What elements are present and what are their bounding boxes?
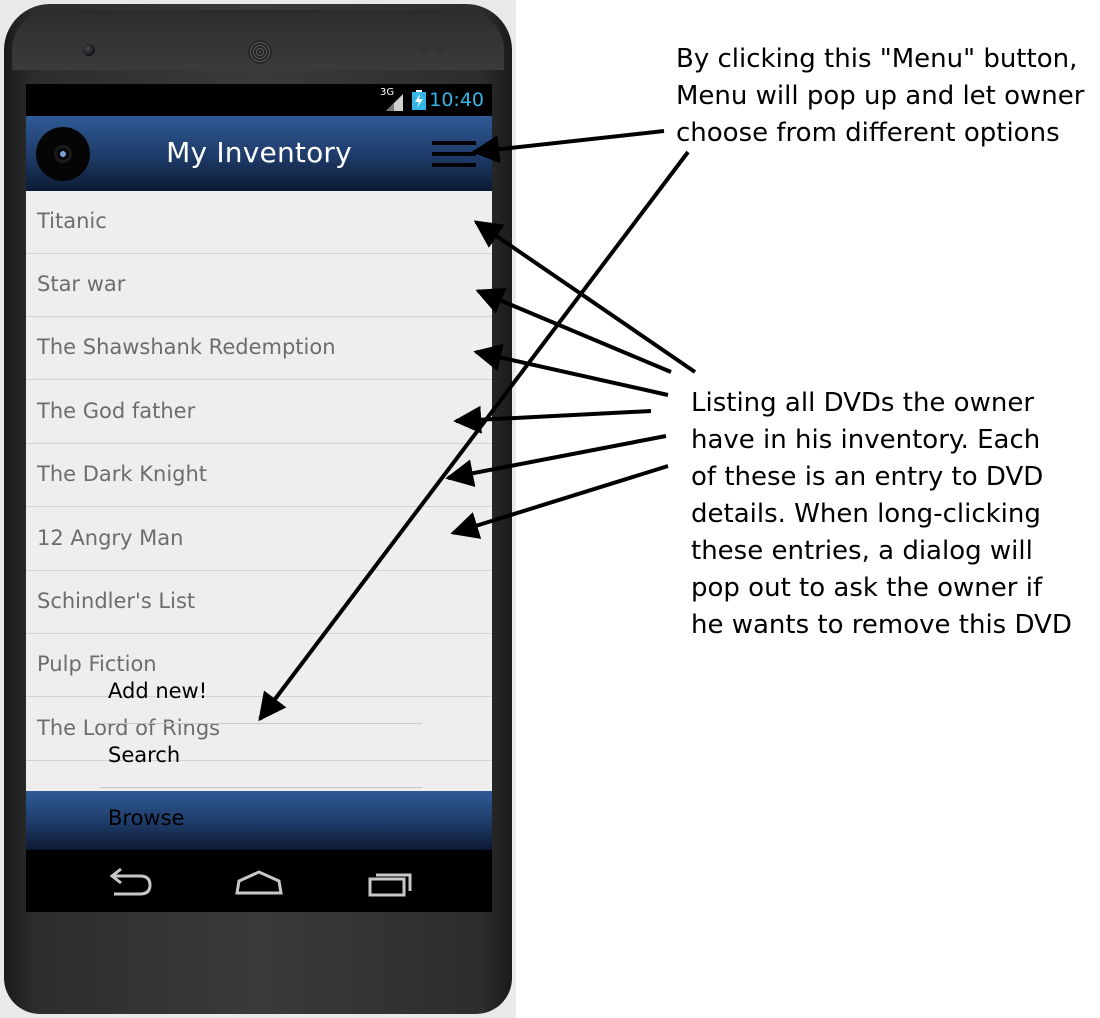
arrow-to-popup-menu (258, 150, 690, 722)
arrow-to-list-item (445, 434, 667, 487)
arrow-to-list-item (473, 220, 697, 374)
arrow-to-list-item (450, 464, 669, 539)
annotation-arrows (258, 129, 697, 722)
arrow-to-menu-button (471, 129, 665, 164)
arrow-to-list-item (453, 405, 652, 434)
